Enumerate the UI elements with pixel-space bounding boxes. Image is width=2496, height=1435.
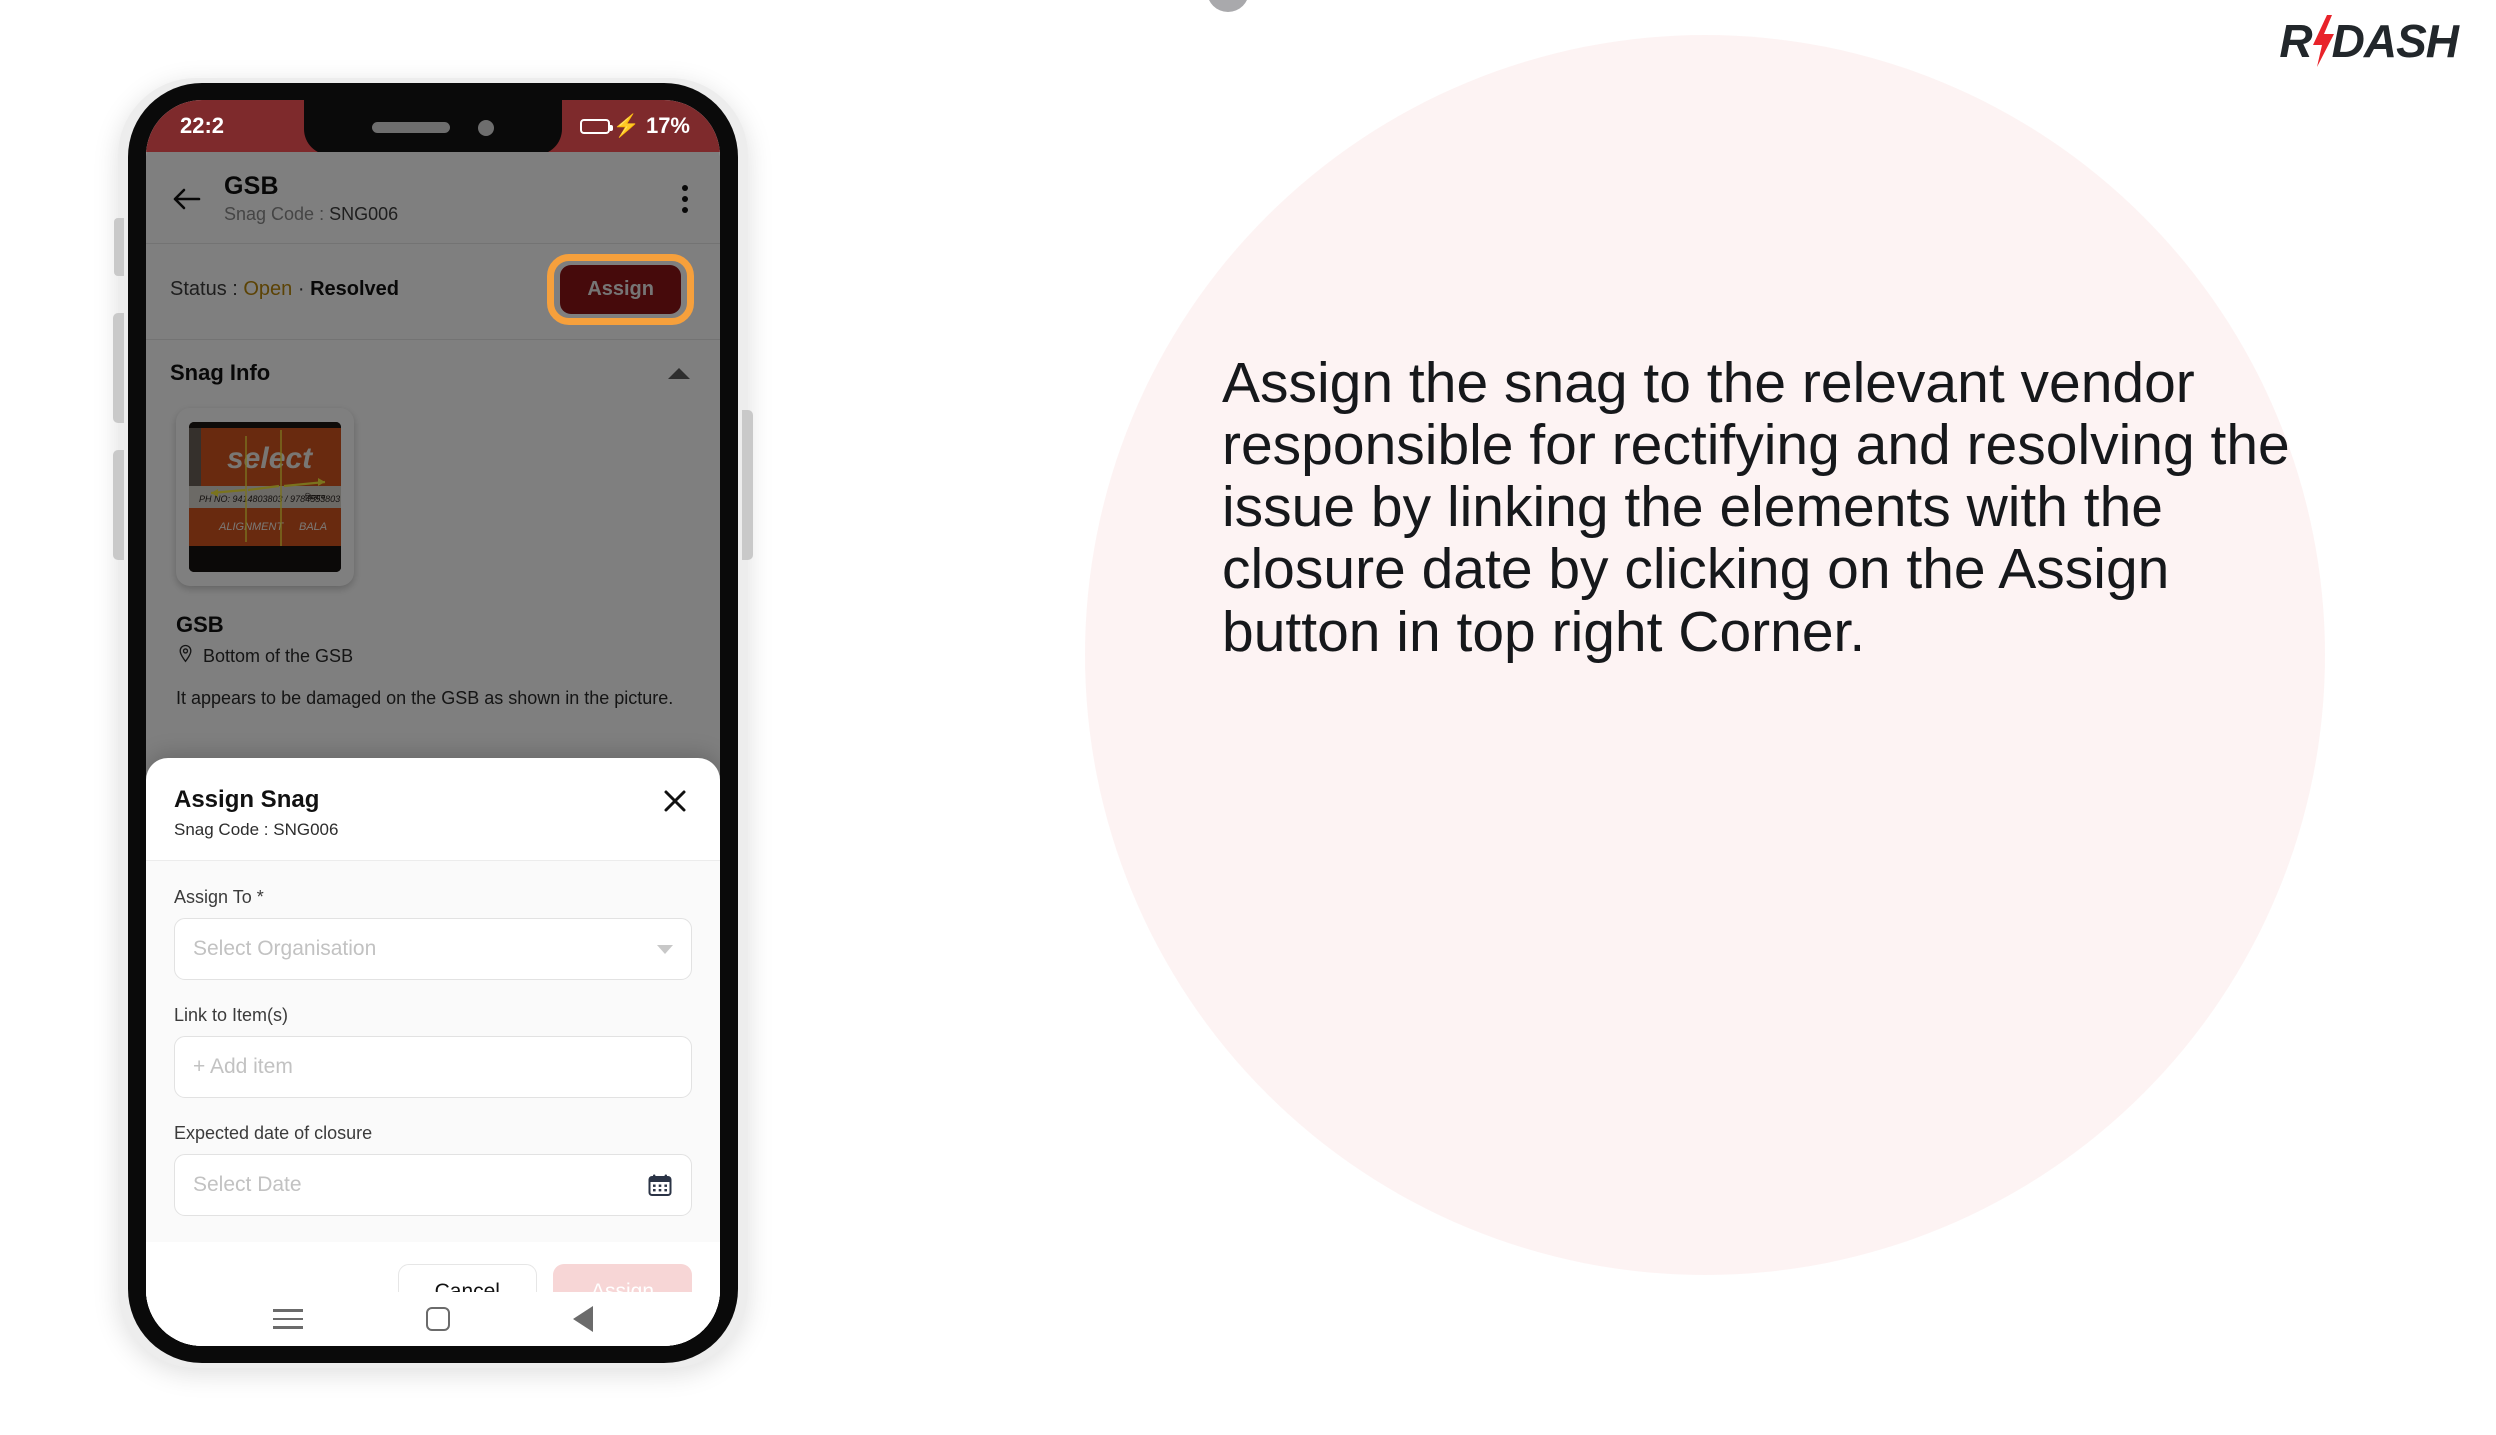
android-nav-bar — [146, 1292, 720, 1346]
link-items-label: Link to Item(s) — [174, 1005, 289, 1025]
kebab-menu-icon[interactable] — [676, 181, 694, 217]
status-badge-open: Open — [243, 278, 293, 300]
svg-text:किसान: किसान — [305, 492, 326, 502]
caret-up-icon[interactable] — [668, 367, 690, 379]
battery-percent: 17% — [645, 113, 690, 138]
phone-screen: 22:2 ⚡ 17% GSB Snag Code: SNG006 Status… — [146, 100, 720, 1346]
home-square-icon[interactable] — [425, 1307, 450, 1331]
assign-snag-sheet: Assign Snag Snag Code : SNG006 Assign To… — [146, 758, 720, 1346]
snag-info-header[interactable]: Snag Info — [146, 340, 720, 394]
organisation-select[interactable]: Select Organisation — [174, 918, 692, 980]
status-bar-right: ⚡ 17% — [579, 113, 690, 139]
snag-location-text: Bottom of the GSB — [203, 645, 354, 666]
power-button[interactable] — [742, 410, 753, 560]
field-link-items: Link to Item(s) + Add item — [174, 1005, 692, 1098]
status-label: Status : — [170, 278, 244, 300]
snag-photo-card[interactable]: select PH NO: 9414803803 / 9784553803 कि… — [176, 408, 354, 586]
date-input[interactable]: Select Date — [174, 1154, 692, 1216]
snag-description: It appears to be damaged on the GSB as s… — [176, 688, 674, 708]
charging-bolt-icon: ⚡ — [612, 113, 640, 138]
sheet-snag-code-label: Snag Code : — [174, 820, 274, 839]
add-item-placeholder: + Add item — [193, 1055, 293, 1078]
phone-mockup: 22:2 ⚡ 17% GSB Snag Code: SNG006 Status… — [113, 78, 753, 1368]
decorative-grey-dot — [1207, 0, 1249, 12]
required-marker: * — [256, 887, 264, 907]
sheet-body: Assign To * Select Organisation Link to … — [146, 861, 720, 1242]
app-bar-titles: GSB Snag Code : SNG006 — [224, 172, 654, 225]
phone-notch — [304, 100, 562, 155]
sheet-snag-code-value: SNG006 — [273, 820, 339, 839]
date-input-placeholder: Select Date — [193, 1173, 302, 1196]
svg-text:ALIGNMENT: ALIGNMENT — [218, 521, 284, 533]
snag-photo: select PH NO: 9414803803 / 9784553803 कि… — [189, 422, 341, 572]
sheet-title: Assign Snag — [174, 786, 320, 813]
page-title: GSB — [224, 172, 279, 200]
assign-button-highlight-wrap: Assign — [547, 254, 694, 325]
front-camera — [478, 119, 494, 136]
logo-text-prefix: R — [2279, 15, 2312, 67]
instruction-text: Assign the snag to the relevant vendor r… — [1222, 351, 2290, 664]
status-badge-resolved: Resolved — [310, 278, 400, 300]
status-bar: 22:2 ⚡ 17% — [146, 100, 720, 155]
snag-code-label: Snag Code : — [224, 204, 330, 224]
app-bar: GSB Snag Code : SNG006 — [146, 152, 720, 243]
rdash-logo: R DASH — [2279, 14, 2459, 68]
hamburger-icon[interactable] — [273, 1309, 304, 1329]
field-closure-date: Expected date of closure Select Date — [174, 1123, 692, 1216]
snag-item-title: GSB — [176, 612, 224, 637]
close-icon[interactable] — [658, 786, 692, 817]
organisation-select-placeholder: Select Organisation — [193, 937, 377, 960]
logo-text-suffix: DASH — [2331, 15, 2459, 67]
snag-code-line: Snag Code : SNG006 — [224, 204, 654, 225]
arrow-left-icon[interactable] — [170, 183, 202, 215]
volume-up-button[interactable] — [113, 313, 124, 423]
snag-code-value: SNG006 — [329, 204, 399, 224]
sheet-snag-code: Snag Code : SNG006 — [174, 820, 338, 840]
assign-to-label: Assign To * — [174, 887, 692, 908]
silence-switch[interactable] — [114, 218, 124, 276]
sheet-header-titles: Assign Snag Snag Code : SNG006 — [174, 786, 338, 840]
svg-text:BALA: BALA — [299, 521, 327, 533]
sheet-header: Assign Snag Snag Code : SNG006 — [146, 758, 720, 861]
closure-date-label: Expected date of closure — [174, 1123, 373, 1143]
app-content: GSB Snag Code : SNG006 Status : Open · R… — [146, 152, 720, 1346]
status-separator: · — [292, 278, 311, 300]
status-bar-time: 22:2 — [180, 113, 225, 138]
highlight-ring — [547, 254, 694, 325]
add-item-input[interactable]: + Add item — [174, 1036, 692, 1098]
chevron-down-icon — [657, 944, 673, 954]
field-assign-to: Assign To * Select Organisation — [174, 887, 692, 980]
calendar-icon[interactable] — [647, 1172, 673, 1198]
location-pin-icon — [176, 644, 195, 668]
snag-location: Bottom of the GSB — [176, 644, 720, 668]
back-triangle-icon[interactable] — [572, 1306, 593, 1332]
svg-text:select: select — [227, 442, 314, 475]
status-row: Status : Open · Resolved Assign — [146, 243, 720, 340]
battery-icon — [579, 118, 613, 134]
screenshot-canvas: R DASH Assign the snag to the relevant v… — [0, 0, 2496, 1435]
snag-info-title: Snag Info — [170, 360, 271, 385]
volume-down-button[interactable] — [113, 450, 124, 560]
earpiece-speaker — [372, 122, 450, 133]
assign-to-label-text: Assign To — [174, 887, 257, 907]
status-text: Status : Open · Resolved — [170, 278, 399, 301]
